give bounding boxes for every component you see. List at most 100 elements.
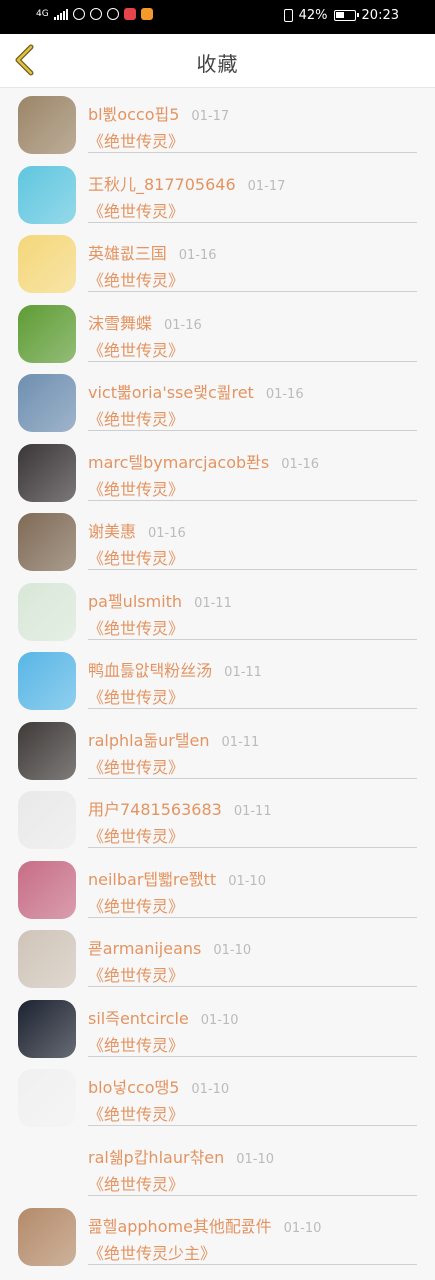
avatar[interactable]	[18, 721, 76, 780]
favorite-item[interactable]: 王秋儿_817705646 01-17 《绝世传灵》	[0, 158, 435, 228]
user-name[interactable]: neilbar텝뾃re쬀tt 01-10	[88, 866, 266, 890]
favorite-item[interactable]: 沫雪舞蝶 01-16 《绝世传灵》	[0, 297, 435, 367]
avatar[interactable]	[18, 304, 76, 363]
favorite-date: 01-11	[233, 804, 272, 819]
vibrate-icon	[283, 9, 293, 22]
book-title[interactable]: 《绝世传灵》	[88, 476, 184, 500]
user-name[interactable]: ral쉚p캅hlaur챢en 01-10	[88, 1144, 274, 1168]
book-title[interactable]: 《绝世传灵》	[88, 1171, 184, 1195]
avatar[interactable]	[18, 443, 76, 502]
user-name-text: 英雄쾺三国	[88, 244, 167, 263]
favorite-date: 01-10	[200, 1012, 239, 1028]
favorite-item[interactable]: 鸭血틇앖택粉丝汤 01-11 《绝世传灵》	[0, 644, 435, 714]
divider	[88, 916, 417, 918]
user-name[interactable]: 英雄쾺三国 01-16	[88, 240, 217, 264]
avatar[interactable]	[18, 652, 76, 710]
avatar[interactable]	[18, 999, 76, 1058]
user-name-text: neilbar텝뾃re쬀tt	[88, 869, 217, 889]
avatar[interactable]	[18, 165, 76, 224]
favorite-date: 01-16	[148, 526, 186, 541]
user-name[interactable]: ralphla돎ur탤en 01-11	[88, 727, 259, 751]
user-name-text: sil즉entcircle	[88, 1008, 189, 1028]
user-name[interactable]: bl쀬occo핍5 01-17	[88, 101, 229, 125]
title-bar: 收藏	[0, 34, 435, 88]
favorite-date: 01-11	[194, 595, 232, 611]
avatar[interactable]	[18, 374, 76, 432]
user-name-text: 王秋儿_817705646	[88, 174, 236, 194]
favorite-date: 01-11	[221, 734, 260, 750]
favorite-item[interactable]: marc텔bymarcjacob퐌s 01-16 《绝世传灵》	[0, 436, 435, 506]
favorites-list: bl쀬occo핍5 01-17 《绝世传灵》 王秋儿_817705646 01-17 《绝…	[0, 88, 435, 1270]
book-title[interactable]: 《绝世传灵》	[88, 1032, 184, 1056]
page-title: 收藏	[196, 52, 239, 76]
user-name[interactable]: 沫雪舞蝶 01-16	[88, 310, 202, 334]
user-name[interactable]: 쿒헬apphome其他配쿐件 01-10	[88, 1213, 321, 1237]
signal-icon	[53, 8, 68, 20]
avatar[interactable]	[18, 235, 76, 293]
avatar[interactable]	[18, 860, 76, 919]
alarm-icon	[89, 8, 102, 20]
user-name[interactable]: 王秋儿_817705646 01-17	[88, 171, 285, 195]
user-name[interactable]: vict뿗oria'sse랯c쾶ret 01-16	[88, 379, 304, 403]
user-name[interactable]: blo넣cco땡5 01-10	[88, 1074, 229, 1098]
user-name-text: 谢美惠	[88, 522, 137, 541]
sync-icon	[106, 8, 119, 20]
divider	[88, 708, 417, 709]
book-title[interactable]: 《绝世传灵》	[88, 198, 184, 222]
user-name[interactable]: 쿋armanijeans 01-10	[88, 935, 251, 959]
favorite-item[interactable]: blo넣cco땡5 01-10 《绝世传灵》	[0, 1061, 435, 1131]
avatar[interactable]	[18, 930, 76, 988]
favorite-item[interactable]: 쿋armanijeans 01-10 《绝世传灵》	[0, 922, 435, 992]
user-name-text: pa펠ulsmith	[88, 591, 183, 611]
favorite-item[interactable]: 英雄쾺三国 01-16 《绝世传灵》	[0, 227, 435, 297]
user-name[interactable]: marc텔bymarcjacob퐌s 01-16	[88, 449, 319, 473]
user-name-text: vict뿗oria'sse랯c쾶ret	[88, 383, 254, 402]
book-title[interactable]: 《绝世传灵》	[88, 267, 184, 291]
favorite-date: 01-10	[236, 1151, 275, 1167]
app-notification-icon	[123, 8, 136, 20]
favorite-date: 01-16	[281, 456, 320, 472]
user-name[interactable]: 鸭血틇앖택粉丝汤 01-11	[88, 657, 262, 681]
divider	[88, 986, 417, 987]
book-title[interactable]: 《绝世传灵》	[88, 754, 184, 778]
divider	[88, 152, 417, 153]
divider	[88, 1264, 417, 1265]
avatar[interactable]	[18, 1139, 76, 1197]
avatar[interactable]	[18, 513, 76, 571]
book-title[interactable]: 《绝世传灵》	[88, 823, 184, 847]
favorite-item[interactable]: neilbar텝뾃re쬀tt 01-10 《绝世传灵》	[0, 853, 435, 923]
divider	[88, 499, 417, 501]
book-title[interactable]: 《绝世传灵》	[88, 615, 184, 639]
user-name[interactable]: 谢美惠 01-16	[88, 518, 186, 542]
book-title[interactable]: 《绝世传灵》	[88, 962, 184, 986]
favorite-item[interactable]: 用户7481563683 01-11 《绝世传灵》	[0, 783, 435, 853]
avatar[interactable]	[18, 791, 76, 849]
avatar[interactable]	[18, 96, 76, 154]
favorite-date: 01-17	[247, 178, 286, 194]
favorite-item[interactable]: 쿒헬apphome其他配쿐件 01-10 《绝世传灵少主》	[0, 1200, 435, 1270]
book-title[interactable]: 《绝世传灵》	[88, 337, 184, 361]
book-title[interactable]: 《绝世传灵》	[88, 128, 184, 152]
book-title[interactable]: 《绝世传灵》	[88, 406, 184, 430]
user-name-text: ral쉚p캅hlaur챢en	[88, 1147, 225, 1167]
book-title[interactable]: 《绝世传灵少主》	[88, 1240, 216, 1264]
user-name[interactable]: 用户7481563683 01-11	[88, 796, 272, 820]
book-title[interactable]: 《绝世传灵》	[88, 893, 184, 917]
user-name[interactable]: pa펠ulsmith 01-11	[88, 588, 232, 612]
book-title[interactable]: 《绝世传灵》	[88, 684, 184, 708]
avatar[interactable]	[18, 1208, 76, 1266]
favorite-item[interactable]: vict뿗oria'sse랯c쾶ret 01-16 《绝世传灵》	[0, 366, 435, 436]
favorite-item[interactable]: sil즉entcircle 01-10 《绝世传灵》	[0, 992, 435, 1062]
avatar[interactable]	[18, 1069, 76, 1127]
avatar[interactable]	[18, 582, 76, 641]
favorite-item[interactable]: bl쀬occo핍5 01-17 《绝世传灵》	[0, 88, 435, 158]
book-title[interactable]: 《绝世传灵》	[88, 1101, 184, 1125]
book-title[interactable]: 《绝世传灵》	[88, 545, 184, 569]
favorite-item[interactable]: 谢美惠 01-16 《绝世传灵》	[0, 505, 435, 575]
favorite-item[interactable]: ral쉚p캅hlaur챢en 01-10 《绝世传灵》	[0, 1131, 435, 1201]
favorite-date: 01-10	[283, 1221, 322, 1236]
divider	[88, 291, 417, 292]
favorite-item[interactable]: ralphla돎ur탤en 01-11 《绝世传灵》	[0, 714, 435, 784]
user-name[interactable]: sil즉entcircle 01-10	[88, 1005, 239, 1029]
favorite-item[interactable]: pa펠ulsmith 01-11 《绝世传灵》	[0, 575, 435, 645]
